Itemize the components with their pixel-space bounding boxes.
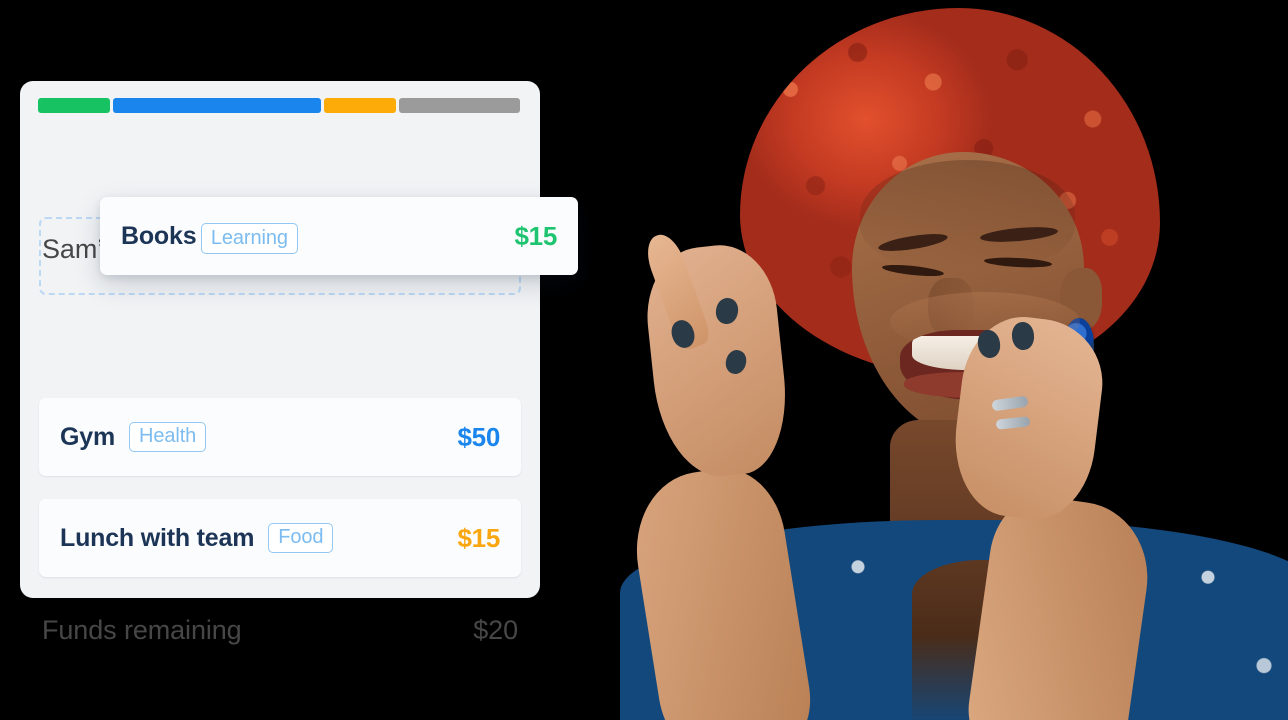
bar-segment-food xyxy=(323,98,397,113)
budget-card: Sam’s monthly stipend $100 Gym Health $5… xyxy=(20,81,540,645)
expense-name: Lunch with team xyxy=(60,523,255,552)
forehead-shading xyxy=(860,160,1075,270)
expense-tag-food[interactable]: Food xyxy=(268,522,334,554)
expense-amount: $15 xyxy=(457,522,501,553)
bar-segment-health xyxy=(113,98,321,113)
funds-remaining-amount: $20 xyxy=(473,614,518,645)
expense-row-lunch[interactable]: Lunch with team Food $15 xyxy=(39,499,521,577)
screen-background: Sam’s monthly stipend $100 Gym Health $5… xyxy=(0,0,1288,720)
bar-segment-remaining xyxy=(399,98,520,113)
expense-tag-health[interactable]: Health xyxy=(128,421,207,453)
portrait-photo xyxy=(560,0,1288,720)
expense-tag-learning[interactable]: Learning xyxy=(200,222,298,254)
bar-segment-learning xyxy=(38,98,111,113)
expense-name: Gym xyxy=(60,422,115,451)
budget-allocation-bar xyxy=(38,98,520,113)
dragged-expense-card-books[interactable]: Books Learning $15 xyxy=(100,197,578,275)
expense-name: Books xyxy=(121,221,197,250)
expense-amount: $15 xyxy=(514,220,558,251)
expense-amount: $50 xyxy=(457,421,501,452)
funds-remaining-label: Funds remaining xyxy=(42,614,242,645)
funds-remaining-row: Funds remaining $20 xyxy=(20,609,540,651)
expense-row-gym[interactable]: Gym Health $50 xyxy=(39,398,521,476)
